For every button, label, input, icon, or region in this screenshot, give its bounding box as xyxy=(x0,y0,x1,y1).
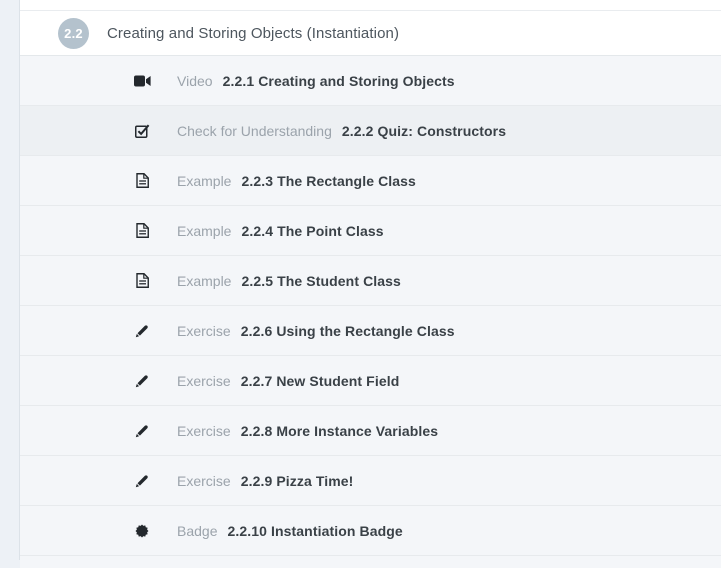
module-number-badge: 2.2 xyxy=(58,18,89,49)
lesson-title: 2.2.4 The Point Class xyxy=(241,223,383,239)
lesson-row[interactable]: Example 2.2.5 The Student Class xyxy=(20,256,721,306)
document-icon xyxy=(133,273,151,288)
pencil-icon xyxy=(133,424,151,438)
lesson-title: 2.2.2 Quiz: Constructors xyxy=(342,123,506,139)
lesson-row[interactable]: Badge 2.2.10 Instantiation Badge xyxy=(20,506,721,556)
lesson-row[interactable]: Exercise 2.2.9 Pizza Time! xyxy=(20,456,721,506)
lesson-type-label: Example xyxy=(177,273,231,289)
lesson-type-label: Check for Understanding xyxy=(177,123,332,139)
lesson-type-label: Badge xyxy=(177,523,217,539)
lesson-title: 2.2.3 The Rectangle Class xyxy=(241,173,415,189)
lesson-title: 2.2.10 Instantiation Badge xyxy=(227,523,402,539)
lesson-row[interactable]: Exercise 2.2.7 New Student Field xyxy=(20,356,721,406)
lesson-row[interactable]: Exercise 2.2.8 More Instance Variables xyxy=(20,406,721,456)
checkbox-icon xyxy=(133,124,151,138)
lesson-list: Video 2.2.1 Creating and Storing Objects… xyxy=(20,56,721,556)
previous-section-edge xyxy=(20,0,721,11)
course-module-card: 2.2 Creating and Storing Objects (Instan… xyxy=(19,0,721,560)
lesson-row[interactable]: Example 2.2.4 The Point Class xyxy=(20,206,721,256)
lesson-type-label: Exercise xyxy=(177,423,231,439)
badge-icon xyxy=(133,524,151,538)
lesson-title: 2.2.6 Using the Rectangle Class xyxy=(241,323,455,339)
lesson-row[interactable]: Exercise 2.2.6 Using the Rectangle Class xyxy=(20,306,721,356)
pencil-icon xyxy=(133,374,151,388)
lesson-row[interactable]: Check for Understanding 2.2.2 Quiz: Cons… xyxy=(20,106,721,156)
document-icon xyxy=(133,223,151,238)
lesson-type-label: Example xyxy=(177,223,231,239)
lesson-type-label: Exercise xyxy=(177,323,231,339)
module-header-row: 2.2 Creating and Storing Objects (Instan… xyxy=(20,11,721,56)
lesson-title: 2.2.9 Pizza Time! xyxy=(241,473,354,489)
module-title: Creating and Storing Objects (Instantiat… xyxy=(107,25,399,42)
lesson-title: 2.2.7 New Student Field xyxy=(241,373,400,389)
lesson-row[interactable]: Example 2.2.3 The Rectangle Class xyxy=(20,156,721,206)
lesson-type-label: Exercise xyxy=(177,373,231,389)
lesson-title: 2.2.1 Creating and Storing Objects xyxy=(223,73,455,89)
lesson-type-label: Video xyxy=(177,73,213,89)
lesson-title: 2.2.8 More Instance Variables xyxy=(241,423,438,439)
lesson-title: 2.2.5 The Student Class xyxy=(241,273,400,289)
lesson-row[interactable]: Video 2.2.1 Creating and Storing Objects xyxy=(20,56,721,106)
document-icon xyxy=(133,173,151,188)
pencil-icon xyxy=(133,474,151,488)
lesson-type-label: Exercise xyxy=(177,473,231,489)
video-icon xyxy=(133,75,151,87)
next-section-edge xyxy=(20,556,721,568)
pencil-icon xyxy=(133,324,151,338)
lesson-type-label: Example xyxy=(177,173,231,189)
